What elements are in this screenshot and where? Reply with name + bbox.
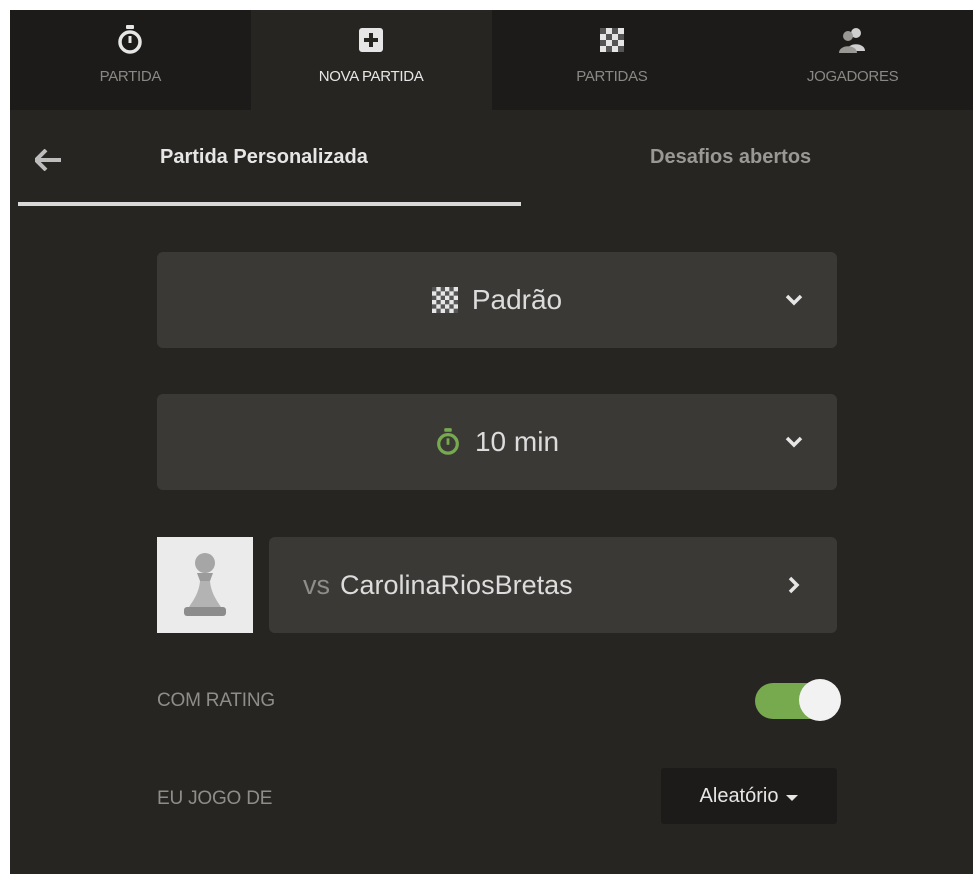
app-window: PARTIDA NOVA PARTIDA PARTIDAS JOGADORES … xyxy=(10,10,973,874)
caret-down-icon xyxy=(786,795,799,801)
active-tab-indicator xyxy=(18,202,521,206)
toggle-knob xyxy=(799,679,841,721)
nav-tab-partidas[interactable]: PARTIDAS xyxy=(492,10,733,110)
play-as-select[interactable]: Aleatório xyxy=(661,768,837,824)
chessboard-icon xyxy=(431,287,458,313)
chessboard-icon xyxy=(599,24,624,56)
nav-tab-label: PARTIDA xyxy=(99,68,162,85)
tab-partida-personalizada[interactable]: Partida Personalizada xyxy=(160,146,368,169)
rated-toggle[interactable] xyxy=(755,679,841,723)
stopwatch-icon xyxy=(435,427,461,457)
chevron-right-icon xyxy=(788,576,800,594)
nav-tab-label: NOVA PARTIDA xyxy=(318,68,424,85)
nav-tab-jogadores[interactable]: JOGADORES xyxy=(732,10,973,110)
play-as-label: EU JOGO DE xyxy=(157,788,273,809)
opponent-name: CarolinaRiosBretas xyxy=(340,569,573,600)
nav-tab-nova-partida[interactable]: NOVA PARTIDA xyxy=(250,10,492,110)
chevron-down-icon xyxy=(785,436,803,448)
rated-label: COM RATING xyxy=(157,690,275,711)
users-icon xyxy=(838,24,868,56)
nav-tab-label: PARTIDAS xyxy=(576,68,648,85)
play-as-value: Aleatório xyxy=(699,784,779,807)
arrow-left-icon[interactable] xyxy=(28,142,68,178)
stopwatch-icon xyxy=(116,24,144,56)
plus-square-icon xyxy=(359,24,384,56)
sub-tabs: Partida Personalizada Desafios abertos xyxy=(10,110,973,208)
time-control-value: 10 min xyxy=(474,426,560,457)
variant-value: Padrão xyxy=(471,284,563,315)
tab-desafios-abertos[interactable]: Desafios abertos xyxy=(650,146,811,169)
pawn-icon xyxy=(184,553,226,616)
nav-tab-partida[interactable]: PARTIDA xyxy=(10,10,251,110)
top-nav: PARTIDA NOVA PARTIDA PARTIDAS JOGADORES xyxy=(10,10,973,110)
variant-select[interactable]: Padrão xyxy=(157,252,837,348)
avatar xyxy=(157,537,253,633)
time-control-select[interactable]: 10 min xyxy=(157,394,837,490)
nav-tab-label: JOGADORES xyxy=(806,68,899,85)
vs-label: vs xyxy=(303,569,330,600)
chevron-down-icon xyxy=(785,294,803,306)
opponent-select[interactable]: vs CarolinaRiosBretas xyxy=(269,537,837,633)
